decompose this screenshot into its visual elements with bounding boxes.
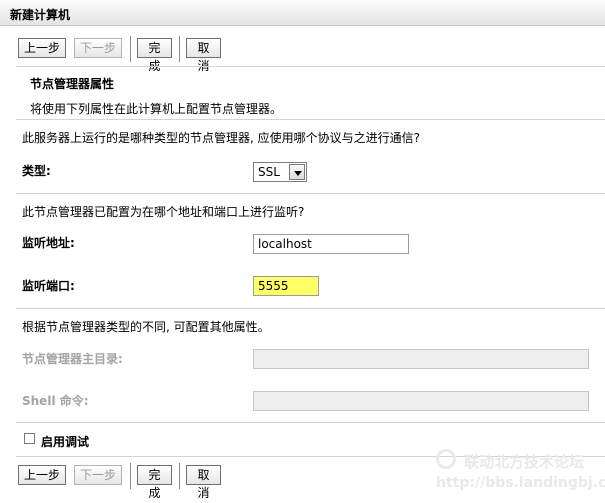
other-note: 根据节点管理器类型的不同, 可配置其他属性。: [22, 320, 270, 334]
forum-logo-icon: [436, 449, 456, 469]
chevron-down-icon[interactable]: [289, 164, 305, 180]
cancel-button[interactable]: 取消: [186, 38, 221, 73]
window-titlebar: 新建计算机: [0, 0, 605, 26]
cancel-button[interactable]: 取消: [186, 465, 221, 500]
listen-address-input[interactable]: localhost: [253, 234, 409, 254]
listen-address-label: 监听地址:: [22, 236, 75, 250]
toolbar-separator: [130, 36, 131, 62]
toolbar-separator: [179, 36, 180, 62]
watermark-title: 联动北方技术论坛: [464, 453, 585, 471]
listen-port-input[interactable]: 5555: [253, 276, 319, 296]
watermark-url: http://bbs.landingbj.com: [436, 475, 605, 491]
divider: [16, 422, 605, 423]
divider: [16, 308, 605, 309]
debug-label: 启用调试: [41, 435, 90, 449]
divider: [16, 119, 605, 120]
node-manager-home-label: 节点管理器主目录:: [22, 352, 123, 366]
shell-command-label: Shell 命令:: [22, 394, 89, 408]
divider: [16, 193, 605, 194]
watermark: 联动北方技术论坛 http://bbs.landingbj.com: [436, 447, 605, 499]
next-button: 下一步: [74, 38, 122, 58]
next-button: 下一步: [74, 465, 122, 485]
type-label: 类型:: [22, 164, 51, 178]
toolbar-separator: [179, 463, 180, 489]
listen-question: 此节点管理器已配置为在哪个地址和端口上进行监听?: [22, 205, 305, 219]
debug-checkbox[interactable]: [24, 433, 35, 444]
toolbar-separator: [130, 463, 131, 489]
shell-command-input: [253, 391, 589, 411]
prev-button[interactable]: 上一步: [18, 38, 66, 58]
window-title: 新建计算机: [10, 8, 71, 22]
type-select-value: SSL: [258, 165, 280, 179]
node-manager-home-input: [253, 349, 589, 369]
listen-port-label: 监听端口:: [22, 279, 75, 293]
type-question: 此服务器上运行的是哪种类型的节点管理器, 应使用哪个协议与之进行通信?: [22, 131, 421, 145]
section-description: 将使用下列属性在此计算机上配置节点管理器。: [30, 102, 283, 116]
finish-button[interactable]: 完成: [137, 465, 172, 500]
finish-button[interactable]: 完成: [137, 38, 172, 73]
type-select[interactable]: SSL: [253, 162, 307, 182]
divider: [16, 66, 605, 67]
section-heading: 节点管理器属性: [30, 77, 115, 91]
prev-button[interactable]: 上一步: [18, 465, 66, 485]
